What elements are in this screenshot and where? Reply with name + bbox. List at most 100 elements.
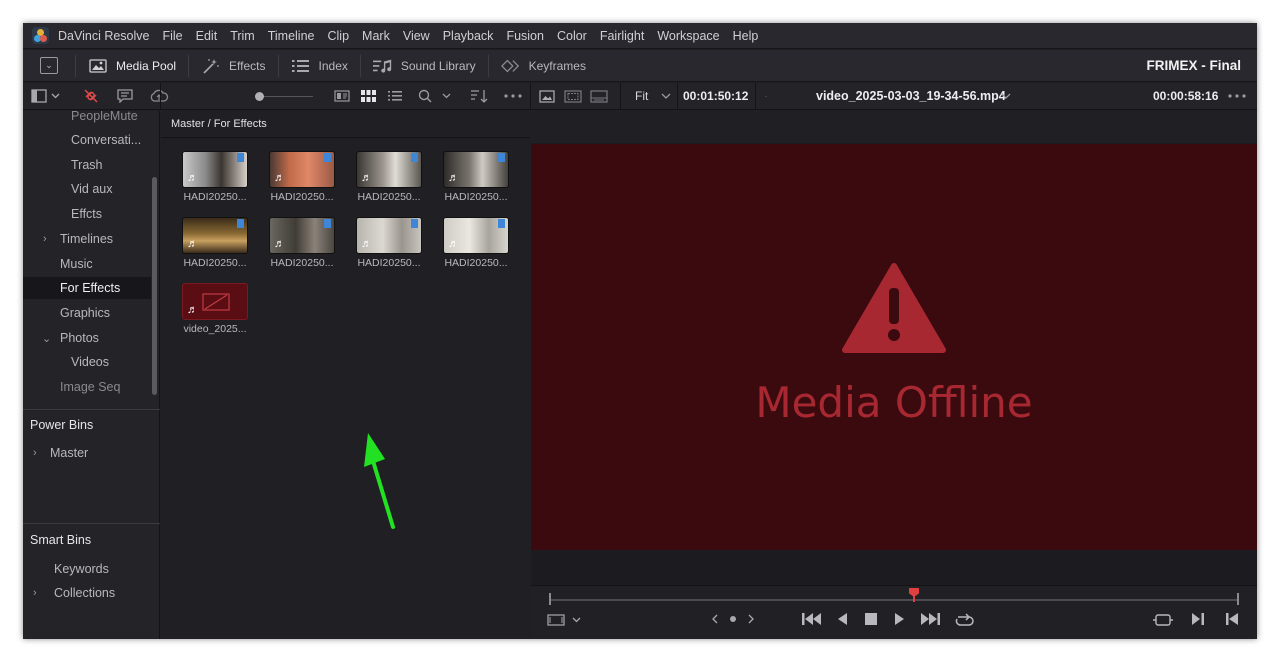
offline-media-clip[interactable]: ♬ video_2025... (182, 283, 248, 335)
metadata-icon[interactable] (116, 88, 134, 104)
bin-item[interactable]: Videos (23, 351, 151, 373)
bin-item[interactable]: Effcts (23, 203, 151, 225)
go-to-start-icon[interactable] (801, 613, 823, 625)
media-clip[interactable]: ♬ HADI20250... (443, 151, 509, 203)
clip-view-select-icon[interactable] (547, 613, 583, 627)
menu-color[interactable]: Color (550, 29, 593, 43)
effects-button[interactable]: Effects (189, 50, 277, 81)
bin-item-timelines[interactable]: › Timelines (23, 228, 151, 250)
stop-icon[interactable] (861, 613, 881, 625)
sound-library-button[interactable]: Sound Library (361, 50, 488, 81)
sidebar-scrollbar[interactable] (152, 177, 157, 395)
index-button[interactable]: Index (279, 50, 360, 81)
viewer-layout-icon[interactable] (589, 88, 609, 104)
chevron-down-icon[interactable]: ⌄ (42, 332, 51, 345)
list-view-icon[interactable] (386, 88, 404, 104)
app-name-menu[interactable]: DaVinci Resolve (58, 29, 156, 43)
clip-thumbnail-offline[interactable]: ♬ (182, 283, 248, 320)
bin-item[interactable]: Vid aux (23, 178, 151, 200)
safe-area-icon[interactable] (563, 88, 583, 104)
chevron-right-icon[interactable]: › (33, 447, 37, 459)
bin-label: Effcts (71, 207, 103, 221)
chevron-right-icon[interactable]: › (33, 587, 37, 599)
panel-toggle-button[interactable]: ⌄ (40, 57, 58, 74)
menu-view[interactable]: View (396, 29, 436, 43)
search-icon[interactable] (418, 88, 454, 104)
bin-item[interactable]: Image Seq (23, 376, 151, 398)
previous-edit-icon[interactable] (1221, 613, 1243, 625)
scrubber-track[interactable] (549, 599, 1239, 601)
bin-item[interactable]: PeopleMute (23, 111, 151, 127)
metadata-view-icon[interactable] (333, 88, 351, 104)
menu-file[interactable]: File (156, 29, 189, 43)
menu-mark[interactable]: Mark (356, 29, 397, 43)
media-clip[interactable]: ♬ HADI20250... (182, 217, 248, 269)
sort-icon[interactable] (469, 88, 489, 104)
menu-workspace[interactable]: Workspace (651, 29, 726, 43)
chevron-down-icon[interactable] (659, 88, 673, 104)
menu-fairlight[interactable]: Fairlight (593, 29, 650, 43)
zoom-select[interactable]: Fit (635, 89, 648, 103)
bin-item-for-effects[interactable]: For Effects (23, 277, 151, 299)
media-clip[interactable]: ♬ HADI20250... (356, 217, 422, 269)
menu-help[interactable]: Help (726, 29, 765, 43)
power-bins-title[interactable]: Power Bins (30, 418, 93, 432)
thumbnail-view-icon[interactable] (359, 88, 377, 104)
menu-clip[interactable]: Clip (321, 29, 356, 43)
match-frame-icon[interactable] (1151, 613, 1175, 627)
menu-fusion[interactable]: Fusion (500, 29, 551, 43)
play-icon[interactable] (889, 613, 909, 625)
bin-item[interactable]: Conversati... (23, 129, 151, 151)
thumbnail-size-track[interactable] (257, 96, 313, 97)
out-point-marker[interactable] (1237, 593, 1239, 605)
bin-label: Image Seq (60, 380, 121, 394)
smart-bins-title[interactable]: Smart Bins (30, 533, 91, 547)
in-point-marker[interactable] (549, 593, 551, 605)
resolve-window: DaVinci Resolve File Edit Trim Timeline … (23, 23, 1257, 639)
go-to-end-icon[interactable] (919, 613, 941, 625)
clip-thumbnail[interactable]: ♬ (356, 151, 422, 188)
media-clip[interactable]: ♬ HADI20250... (182, 151, 248, 203)
bin-item-photos[interactable]: ⌄ Photos (23, 327, 151, 349)
smart-bin-collections[interactable]: Collections (54, 586, 115, 600)
chevron-right-icon[interactable]: › (43, 233, 47, 245)
sidebar-layout-icon[interactable] (31, 88, 61, 104)
menu-trim[interactable]: Trim (224, 29, 262, 43)
bin-item[interactable]: Trash (23, 154, 151, 176)
viewer-more-icon[interactable] (1227, 88, 1247, 104)
menu-timeline[interactable]: Timeline (261, 29, 321, 43)
clip-thumbnail[interactable]: ♬ (182, 217, 248, 254)
media-offline-frame[interactable]: Media Offline (531, 144, 1257, 550)
bin-item[interactable]: Music (23, 253, 151, 275)
clip-thumbnail[interactable]: ♬ (269, 217, 335, 254)
cloud-icon[interactable] (149, 88, 169, 104)
jog-control[interactable] (711, 613, 755, 625)
keyframes-button[interactable]: Keyframes (489, 50, 598, 81)
annotation-arrow-icon (364, 433, 395, 529)
link-red-icon[interactable] (82, 88, 100, 104)
loop-icon[interactable] (953, 613, 975, 627)
media-clip[interactable]: ♬ HADI20250... (443, 217, 509, 269)
clip-thumbnail[interactable]: ♬ (443, 217, 509, 254)
clip-thumbnail[interactable]: ♬ (356, 217, 422, 254)
clip-thumbnail[interactable]: ♬ (182, 151, 248, 188)
warning-triangle-icon (842, 263, 946, 353)
media-pool-button[interactable]: Media Pool (76, 50, 188, 81)
clip-thumbnail[interactable]: ♬ (269, 151, 335, 188)
media-clip[interactable]: ♬ HADI20250... (269, 151, 335, 203)
smart-bin-keywords[interactable]: Keywords (54, 562, 109, 576)
bin-item[interactable]: Graphics (23, 302, 151, 324)
next-edit-icon[interactable] (1187, 613, 1209, 625)
media-clip[interactable]: ♬ HADI20250... (356, 151, 422, 203)
thumbnail-size-knob[interactable] (255, 92, 264, 101)
chevron-down-icon[interactable] (999, 88, 1013, 104)
clip-thumbnail[interactable]: ♬ (443, 151, 509, 188)
menu-edit[interactable]: Edit (189, 29, 224, 43)
image-icon[interactable] (538, 88, 556, 104)
power-bin-master[interactable]: Master (50, 446, 88, 460)
play-reverse-icon[interactable] (833, 613, 853, 625)
media-clip[interactable]: ♬ HADI20250... (269, 217, 335, 269)
more-options-icon[interactable] (502, 88, 524, 104)
viewer-clip-name[interactable]: video_2025-03-03_19-34-56.mp4 (816, 89, 1006, 103)
menu-playback[interactable]: Playback (436, 29, 500, 43)
